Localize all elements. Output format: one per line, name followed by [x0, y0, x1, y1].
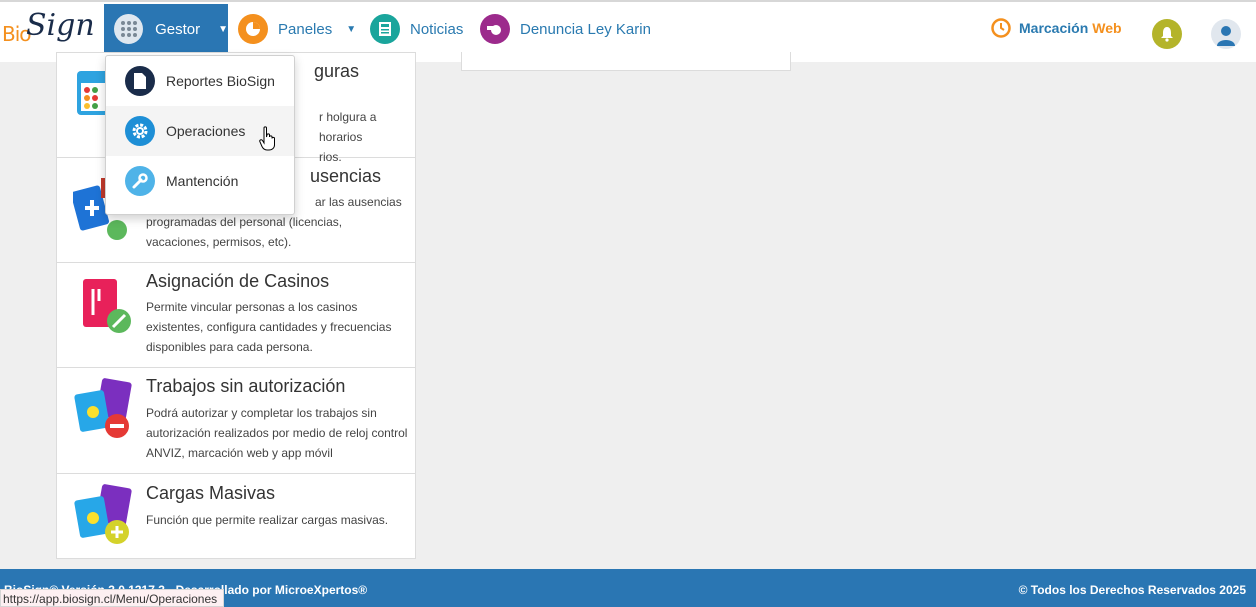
- whistle-icon: [480, 14, 510, 44]
- card-description: Podrá autorizar y completar los trabajos…: [146, 406, 408, 460]
- pie-chart-icon: [238, 14, 268, 44]
- list-item-cargas[interactable]: Cargas Masivas Función que permite reali…: [57, 474, 415, 559]
- list-item-trabajos[interactable]: Trabajos sin autorización Podrá autoriza…: [57, 368, 415, 474]
- card-description: Función que permite realizar cargas masi…: [146, 513, 389, 527]
- apps-grid-icon: [114, 14, 144, 44]
- clock-icon: [991, 18, 1011, 38]
- footer-copyright-text: © Todos los Derechos Reservados 2025: [1018, 583, 1246, 597]
- content-panel: [461, 52, 791, 71]
- caret-down-icon: ▼: [218, 23, 228, 35]
- bulk-upload-icon: [73, 484, 135, 546]
- nav-noticias-label: Noticias: [410, 20, 464, 38]
- nav-paneles-button[interactable]: Paneles ▼: [238, 4, 356, 54]
- marcacion-web-label: Web: [1092, 20, 1122, 36]
- wrench-icon: [125, 166, 155, 196]
- nav-denuncia-label: Denuncia Ley Karin: [520, 20, 651, 38]
- card-title: Trabajos sin autorización: [146, 376, 346, 396]
- document-icon: [125, 66, 155, 96]
- menu-item-label: Operaciones: [166, 123, 246, 139]
- card-desc-line: r holgura a horarios: [319, 110, 377, 144]
- caret-down-icon: ▼: [346, 23, 357, 35]
- menu-item-label: Mantención: [166, 173, 239, 189]
- marcacion-label: Marcación: [1019, 20, 1089, 36]
- nav-gestor-button[interactable]: Gestor ▼: [104, 4, 228, 54]
- card-title: Cargas Masivas: [146, 483, 276, 503]
- marcacion-web-link[interactable]: Marcación Web: [991, 18, 1122, 38]
- gear-icon: [125, 116, 155, 146]
- menu-item-label: Reportes BioSign: [166, 73, 275, 89]
- menu-item-reportes[interactable]: Reportes BioSign: [106, 56, 294, 106]
- nav-gestor-label: Gestor: [155, 20, 201, 38]
- nav-paneles-label: Paneles: [278, 20, 333, 38]
- menu-item-mantencion[interactable]: Mantención: [106, 156, 294, 206]
- card-title: usencias: [310, 166, 382, 186]
- card-title: Asignación de Casinos: [146, 271, 330, 291]
- list-item-casinos[interactable]: Asignación de Casinos Permite vincular p…: [57, 263, 415, 368]
- card-description: Permite vincular personas a los casinos …: [146, 300, 392, 354]
- status-bar-url: https://app.biosign.cl/Menu/Operaciones: [0, 589, 225, 607]
- shift-blocked-icon: [73, 378, 135, 440]
- card-desc-line: ar las ausencias: [315, 195, 402, 209]
- biosign-logo[interactable]: Bio Sign: [2, 8, 100, 52]
- logo-sign-text: Sign: [26, 8, 95, 43]
- notifications-bell-icon[interactable]: [1152, 19, 1182, 49]
- user-avatar-icon[interactable]: [1211, 19, 1241, 49]
- card-title: guras: [314, 61, 360, 81]
- newspaper-icon: [370, 14, 400, 44]
- hand-cursor-icon: [259, 126, 275, 151]
- nav-noticias-link[interactable]: Noticias: [370, 4, 463, 54]
- card-description: programadas del personal (licencias, vac…: [146, 215, 343, 249]
- nav-denuncia-link[interactable]: Denuncia Ley Karin: [480, 4, 651, 54]
- casino-cutlery-icon: [73, 275, 135, 337]
